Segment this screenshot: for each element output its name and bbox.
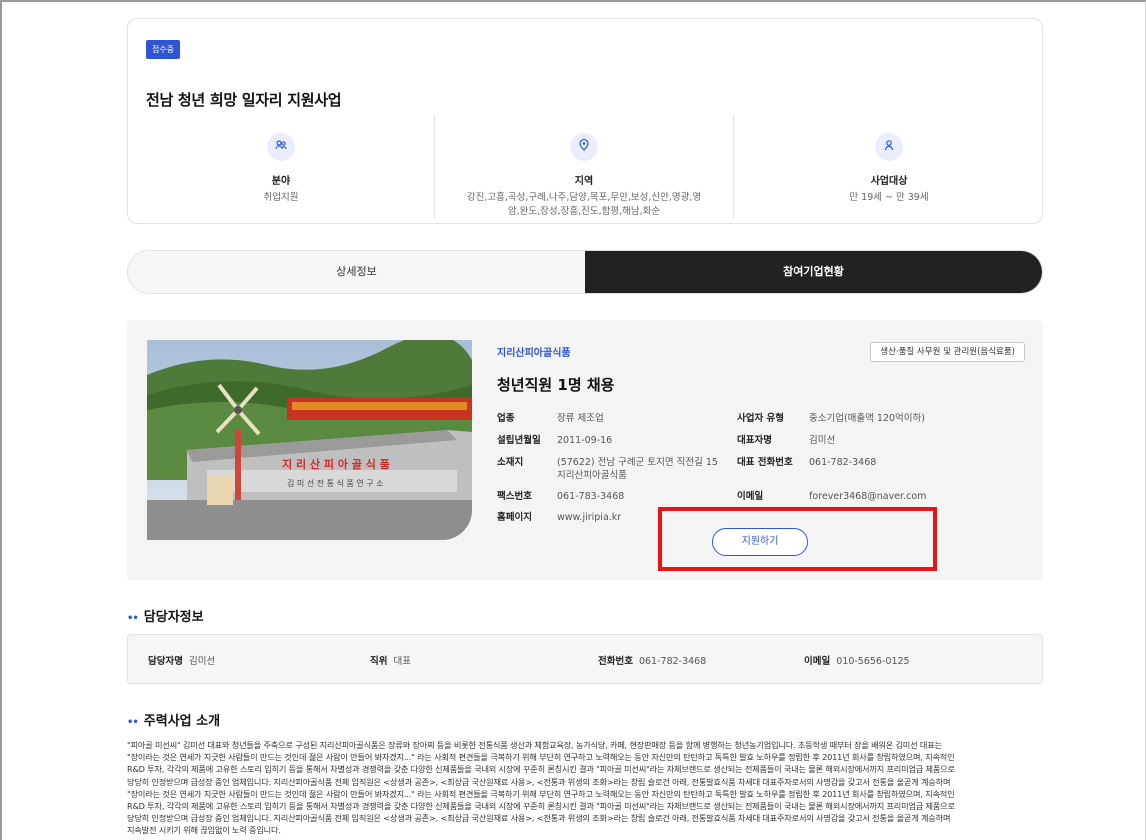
field-label: 이메일 [804, 656, 831, 667]
field-value-line2: 지리산피아골식품 [557, 470, 627, 481]
field-value: 김미선 [188, 656, 216, 667]
status-badge: 접수중 [146, 40, 181, 59]
info-value-field: 취업지원 [263, 192, 299, 203]
intro-line: "장이라는 것은 연세가 지긋한 사람들이 만드는 것인데 젊은 사람이 만들어… [127, 788, 955, 799]
intro-section-title: •• 주력사업 소개 [127, 710, 220, 729]
bullet-dots-icon: •• [127, 717, 139, 728]
homepage-link[interactable]: www.jiripia.kr [557, 511, 621, 524]
info-label-target: 사업대상 [870, 176, 908, 187]
company-name[interactable]: 지리산피아골식품 [497, 344, 571, 359]
info-label-region: 지역 [574, 176, 594, 187]
intro-line: "장이라는 것은 연세가 지긋한 사람들이 만드는 것인데 젊은 사람이 만들어… [127, 752, 955, 763]
manager-phone: 전화번호 061-782-3468 [598, 653, 706, 667]
field-value: 061-783-3468 [557, 491, 625, 502]
field-label: 업종 [497, 413, 515, 424]
position-tag: 생산·품질 사무원 및 관리원(음식료품) [870, 342, 1025, 362]
field-label: 소재지 [497, 457, 524, 468]
tab-bar: 상세정보 참여기업현황 [127, 250, 1043, 294]
field-label: 직위 [370, 656, 388, 667]
field-label: 담당자명 [148, 656, 183, 667]
field-label: 팩스번호 [497, 491, 532, 502]
field-value: 대표 [393, 656, 411, 667]
intro-line: "피아골 미선씨" 김미선 대표와 청년들을 주축으로 구성된 지리산피아골식품… [127, 740, 942, 750]
people-icon [267, 133, 295, 161]
field-label: 사업자 유형 [737, 413, 785, 424]
field-value: 010-5656-0125 [836, 656, 910, 667]
field-value: (57622) 전남 구례군 토지면 직전길 15 [557, 457, 718, 468]
manager-role: 직위 대표 [370, 653, 411, 667]
sign-text: 지 리 산 피 아 골 식 품 [282, 457, 390, 471]
bullet-dots-icon: •• [127, 613, 139, 624]
section-title-text: 담당자정보 [143, 610, 204, 625]
info-region: 지역 강진,고흥,곡성,구례,나주,담양,목포,무안,보성,신안,영광,영암,완… [434, 115, 734, 219]
intro-line: 당당히 인정받으며 급성장 중인 업체입니다. 지리산피아골식품 전체 임직원은… [127, 776, 951, 787]
field-label: 이메일 [737, 491, 764, 502]
program-title: 전남 청년 희망 일자리 지원사업 [146, 91, 342, 109]
info-value-region: 강진,고흥,곡성,구례,나주,담양,목포,무안,보성,신안,영광,영암,완도,장… [466, 192, 702, 217]
person-icon [875, 133, 903, 161]
field-value: 061-782-3468 [809, 457, 877, 468]
manager-section-title: •• 담당자정보 [127, 606, 204, 625]
manager-email: 이메일 010-5656-0125 [804, 653, 910, 667]
intro-line: 지속발전 시키기 위해 끊임없이 노력 중입니다. [127, 825, 281, 836]
manager-info-bar: 담당자명 김미선 직위 대표 전화번호 061-782-3468 이메일 010-565… [127, 634, 1043, 684]
field-value: 김미선 [809, 435, 836, 446]
manager-name: 담당자명 김미선 [148, 653, 215, 667]
section-title-text: 주력사업 소개 [143, 714, 221, 729]
field-label: 대표자명 [737, 435, 772, 446]
field-value: 중소기업(매출액 120억이하) [809, 413, 925, 424]
program-summary-card: 접수중 전남 청년 희망 일자리 지원사업 분야 취업지원 지역 강진,고흥,곡… [127, 18, 1043, 224]
field-label: 대표 전화번호 [737, 457, 793, 468]
field-value: 2011-09-16 [557, 435, 613, 446]
info-value-target: 만 19세 ~ 만 39세 [849, 192, 929, 203]
intro-line: R&D 투자, 각각의 제품에 고유한 스토리 입히기 등을 통해서 차별성과 … [127, 801, 955, 812]
field-label: 홈페이지 [497, 512, 532, 523]
info-label-field: 분야 [271, 176, 291, 187]
page-frame: 접수중 전남 청년 희망 일자리 지원사업 분야 취업지원 지역 강진,고흥,곡… [0, 0, 1146, 840]
job-title: 청년직원 1명 채용 [497, 376, 615, 394]
field-value: 061-782-3468 [638, 656, 707, 667]
intro-line: R&D 투자, 각각의 제품에 고유한 스토리 입히기 등을 통해서 차별성과 … [127, 764, 955, 775]
field-label: 설립년월일 [497, 435, 541, 446]
tab-detail-info[interactable]: 상세정보 [128, 251, 585, 293]
field-value: 장류 제조업 [557, 413, 604, 424]
intro-line: 당당히 인정받으며 급성장 중인 업체입니다. 지리산피아골식품 전체 임직원은… [127, 813, 951, 824]
location-pin-icon [570, 133, 598, 161]
field-label: 전화번호 [598, 656, 633, 667]
tab-participating-companies[interactable]: 참여기업현황 [585, 251, 1042, 293]
field-value: forever3468@naver.com [809, 491, 927, 502]
info-field: 분야 취업지원 [128, 115, 434, 219]
sign-sub-text: 김 미 선 전 통 식 품 연 구 소 [287, 478, 384, 488]
company-photo: 지 리 산 피 아 골 식 품 김 미 선 전 통 식 품 연 구 소 ← → [147, 340, 472, 540]
intro-description: "피아골 미선씨" 김미선 대표와 청년들을 주축으로 구성된 지리산피아골식품… [127, 739, 1043, 837]
info-target: 사업대상 만 19세 ~ 만 39세 [734, 115, 1044, 219]
highlight-box [658, 507, 937, 571]
